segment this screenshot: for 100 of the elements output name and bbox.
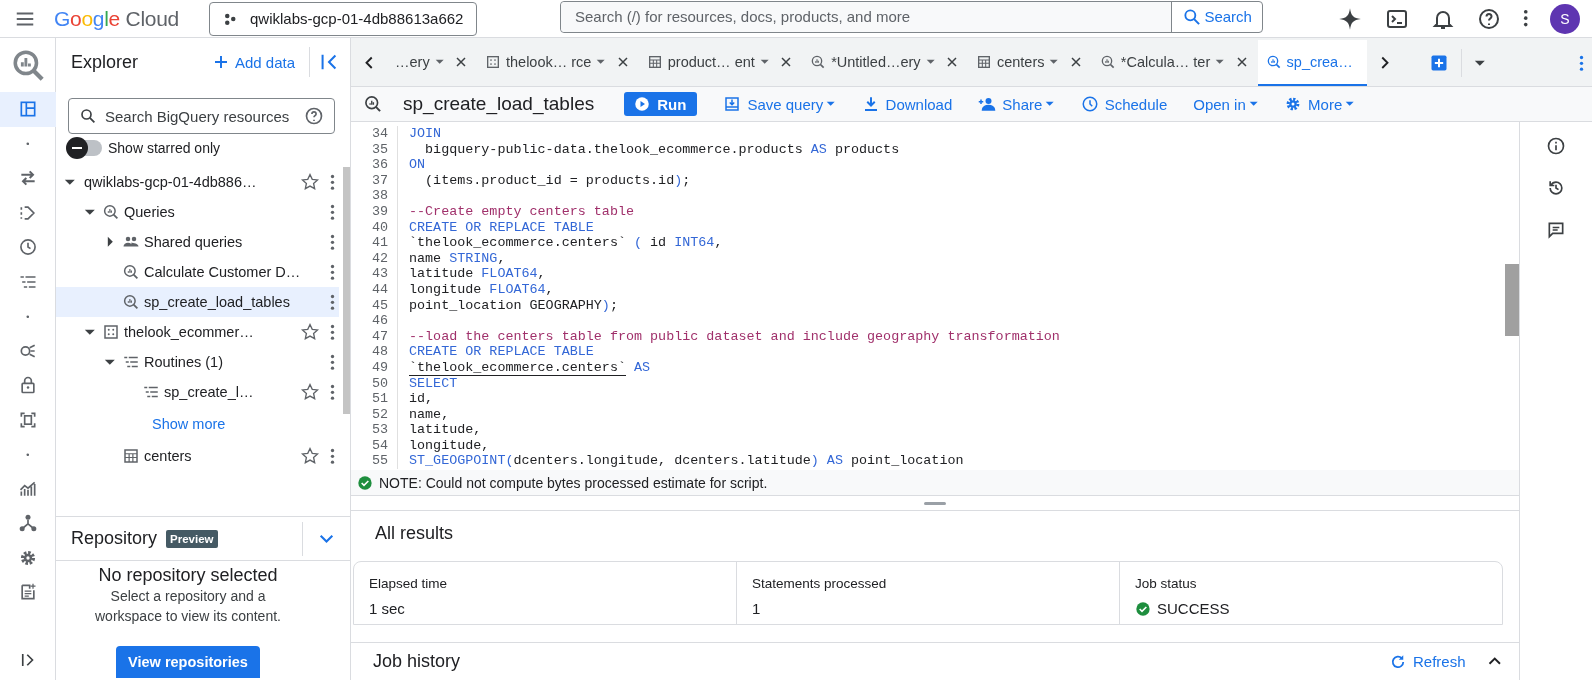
dot-icon xyxy=(25,452,30,456)
star-icon xyxy=(300,446,321,466)
tree-item[interactable]: centers xyxy=(56,441,340,471)
editor-tab[interactable]: …ery xyxy=(387,40,477,86)
code-line: --Create empty centers table xyxy=(409,203,634,219)
info-button[interactable] xyxy=(1546,136,1566,156)
help-button[interactable] xyxy=(1476,6,1501,31)
code-line: `thelook_ecommerce.centers` AS xyxy=(409,359,651,376)
code-line: SELECT xyxy=(409,375,458,391)
more-icon xyxy=(1522,9,1528,28)
tree-item[interactable]: sp_create_l… xyxy=(56,377,340,407)
chevron-right-icon xyxy=(1380,56,1390,70)
view-repositories-button[interactable]: View repositories xyxy=(116,646,260,678)
tree-item[interactable]: Calculate Customer D… xyxy=(56,257,340,287)
project-picker[interactable]: qwiklabs-gcp-01-4db88613a662 xyxy=(208,1,477,36)
query-icon xyxy=(1265,54,1282,70)
editor-tab[interactable]: thelook… rce xyxy=(477,40,639,86)
stat-value: SUCCESS xyxy=(1157,600,1230,617)
toolbar-button[interactable]: Share xyxy=(978,95,1055,113)
empty-state-title: No repository selected xyxy=(98,565,278,586)
save-icon xyxy=(723,95,742,113)
star-icon xyxy=(300,172,321,192)
tree-item[interactable]: sp_create_load_tables xyxy=(56,287,340,317)
scrollbar-thumb[interactable] xyxy=(1505,264,1519,336)
resize-handle[interactable] xyxy=(924,501,946,505)
rail-item[interactable] xyxy=(0,92,56,127)
toolbar-button[interactable]: More xyxy=(1284,95,1355,113)
dot-icon xyxy=(25,142,30,146)
tree-item[interactable]: Queries xyxy=(56,197,340,227)
line-number: 52 xyxy=(370,406,389,423)
chevron-down-icon xyxy=(319,533,334,544)
preview-badge: Preview xyxy=(166,529,218,548)
search-box[interactable]: Search BigQuery resources xyxy=(68,98,335,134)
line-number: 34 xyxy=(370,126,389,142)
help-icon xyxy=(1476,6,1501,31)
code-line: latitude FLOAT64, xyxy=(409,266,546,282)
editor-tab[interactable]: *Untitled…ery xyxy=(802,40,968,86)
line-number: 40 xyxy=(370,219,389,236)
line-number: 46 xyxy=(370,313,389,329)
toggle-switch[interactable] xyxy=(68,140,102,156)
show-more-link[interactable]: Show more xyxy=(152,416,226,432)
tabs-menu-button[interactable] xyxy=(1473,59,1486,67)
dataset-icon xyxy=(102,323,120,341)
avatar[interactable]: S xyxy=(1550,3,1580,34)
toolbar-button[interactable]: Save query xyxy=(723,95,836,113)
info-icon xyxy=(1546,136,1566,156)
clock-icon xyxy=(1080,95,1099,113)
person-add-icon xyxy=(978,95,997,113)
clock-icon xyxy=(17,237,38,258)
tree-item[interactable]: qwiklabs-gcp-01-4db886… xyxy=(56,167,340,197)
history-button[interactable] xyxy=(1546,178,1566,198)
tree-item[interactable]: Shared queries xyxy=(56,227,340,257)
table-icon xyxy=(646,54,663,70)
graph-icon xyxy=(17,513,38,534)
code-line: (items.product_id = products.id); xyxy=(424,172,691,188)
more-button[interactable] xyxy=(1522,9,1528,28)
help-icon xyxy=(304,106,324,126)
history-icon xyxy=(1546,178,1566,198)
bigquery-logo-icon xyxy=(10,48,45,82)
more-icon xyxy=(330,173,336,191)
tree-item[interactable]: Routines (1) xyxy=(56,347,340,377)
toolbar-button[interactable]: Download xyxy=(861,95,953,113)
stat-label: Job status xyxy=(1135,576,1198,591)
comments-button[interactable] xyxy=(1546,220,1566,240)
code-line: id, xyxy=(409,391,434,407)
editor-tab[interactable]: *Calcula… ter xyxy=(1091,40,1258,86)
search-icon xyxy=(79,107,97,125)
editor-tab[interactable]: centers xyxy=(967,40,1092,86)
collapse-button[interactable] xyxy=(1487,657,1501,666)
line-number: 36 xyxy=(370,157,389,173)
query-title: sp_create_load_tables xyxy=(403,93,595,115)
toolbar-button[interactable]: Schedule xyxy=(1080,95,1168,113)
comment-icon xyxy=(1546,220,1566,240)
code-line: ON xyxy=(409,157,426,173)
more-icon xyxy=(1579,54,1584,72)
line-number: 37 xyxy=(370,172,389,189)
code-line: name, xyxy=(409,406,450,422)
caret-right-icon xyxy=(106,236,114,248)
scrollbar-thumb[interactable] xyxy=(343,167,350,414)
line-number: 50 xyxy=(370,375,389,392)
empty-state-text: Select a repository and a workspace to view its content. xyxy=(94,587,282,626)
editor-tab[interactable]: sp_crea… xyxy=(1257,40,1367,86)
add-data-button[interactable]: Add data xyxy=(211,47,310,77)
results-title: All results xyxy=(375,522,454,544)
toolbar-button[interactable]: Open in xyxy=(1193,95,1259,113)
line-number: 49 xyxy=(370,359,389,376)
editor-tab[interactable]: product… ent xyxy=(638,40,803,86)
line-number: 38 xyxy=(370,188,389,204)
code-line: CREATE OR REPLACE TABLE xyxy=(409,344,594,360)
caret-down-icon xyxy=(1215,59,1225,65)
refresh-button[interactable]: Refresh xyxy=(1388,652,1466,671)
caret-down-icon xyxy=(84,328,96,336)
more-icon xyxy=(330,383,336,401)
code-line: JOIN xyxy=(409,126,442,141)
caret-down-icon xyxy=(826,101,836,107)
run-button[interactable]: Run xyxy=(624,92,698,116)
query-icon xyxy=(122,263,140,281)
tree-item[interactable]: thelook_ecommer… xyxy=(56,317,340,347)
chevron-up-icon xyxy=(1487,657,1501,666)
code-line: CREATE OR REPLACE TABLE xyxy=(409,219,594,235)
